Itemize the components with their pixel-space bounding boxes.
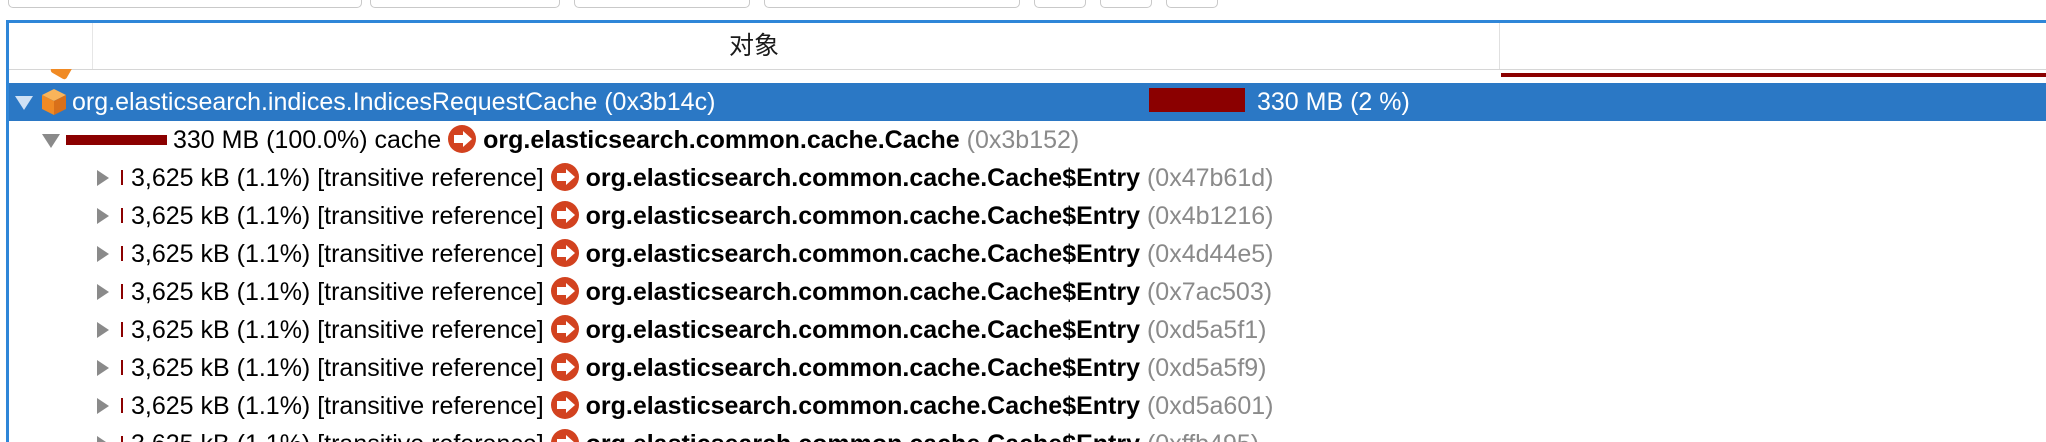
tree-row-cache-entry[interactable]: 3,625 kB (1.1%) [transitive reference] o… [9,197,2046,235]
size-bar [121,398,123,413]
disclosure-collapsed-icon[interactable] [97,284,109,300]
size-text: 3,625 kB (1.1%) [transitive reference] [131,278,544,306]
size-bar [121,360,123,375]
reference-arrow-icon [550,391,579,420]
size-bar [121,246,123,261]
class-name: org.elasticsearch.common.cache.Cache$Ent… [585,354,1141,382]
class-name: org.elasticsearch.common.cache.Cache$Ent… [585,164,1141,192]
toolbar-field-3[interactable] [574,0,750,8]
size-text: 3,625 kB (1.1%) [transitive reference] [131,316,544,344]
disclosure-collapsed-icon[interactable] [97,436,109,442]
entry-label: 3,625 kB (1.1%) [transitive reference] o… [131,235,1273,273]
class-name: org.elasticsearch.common.cache.Cache$Ent… [585,240,1141,268]
object-address: (0xd5a601) [1146,392,1274,420]
class-name: org.elasticsearch.common.cache.Cache$Ent… [585,278,1141,306]
size-bar [121,170,123,185]
size-text: 3,625 kB (1.1%) [transitive reference] [131,392,544,420]
toolbar-field-4[interactable] [764,0,1020,8]
reference-arrow-icon [550,201,579,230]
size-text: 3,625 kB (1.1%) [transitive reference] [131,240,544,268]
class-name: org.elasticsearch.common.cache.Cache$Ent… [585,316,1141,344]
size-text: 3,625 kB (1.1%) [transitive reference] [131,354,544,382]
entry-label: 3,625 kB (1.1%) [transitive reference] o… [131,273,1272,311]
tree-row-indices-request-cache[interactable]: org.elasticsearch.indices.IndicesRequest… [9,83,2046,121]
toolbar [0,0,2046,18]
object-cube-icon [49,69,75,81]
entry-label: 3,625 kB (1.1%) [transitive reference] o… [131,387,1273,425]
entry-label: 3,625 kB (1.1%) [transitive reference] o… [131,349,1267,387]
reference-arrow-icon [550,239,579,268]
tree-row-cache-entry[interactable]: 3,625 kB (1.1%) [transitive reference] o… [9,311,2046,349]
size-value: 330 MB (2 %) [1257,88,1410,116]
reference-arrow-icon [448,125,477,154]
object-tree-panel: 对象 org.elasticsearch.indices.IndicesRequ… [6,20,2046,442]
object-address: (0x7ac503) [1146,278,1273,306]
tree-row-cache-entry[interactable]: 3,625 kB (1.1%) [transitive reference] o… [9,425,2046,442]
reference-arrow-icon [550,429,579,442]
class-name: org.elasticsearch.common.cache.Cache$Ent… [585,392,1141,420]
tree-row-cache-entry[interactable]: 3,625 kB (1.1%) [transitive reference] o… [9,273,2046,311]
tree-row-cache-entry[interactable]: 3,625 kB (1.1%) [transitive reference] o… [9,235,2046,273]
disclosure-expanded-icon[interactable] [15,96,33,110]
tree-row-cache-entry[interactable]: 3,625 kB (1.1%) [transitive reference] o… [9,387,2046,425]
size-bar [121,436,123,442]
object-address: (0x47b61d) [1146,164,1274,192]
disclosure-collapsed-icon[interactable] [97,360,109,376]
class-name: org.elasticsearch.common.cache.Cache$Ent… [586,430,1140,442]
partially-visible-row[interactable] [9,69,2046,83]
toolbar-field-2[interactable] [370,0,560,8]
toolbar-button-1[interactable] [1034,0,1086,8]
entry-label: 3,625 kB (1.1%) [transitive reference] o… [131,311,1267,349]
tree-row-cache[interactable]: 330 MB (100.0%) cache org.elasticsearch.… [9,121,2046,159]
object-address: (0x4b1216) [1146,202,1274,230]
entry-label: 3,625 kB (1.1%) [transitive reference] o… [131,425,1259,442]
row-label: org.elasticsearch.indices.IndicesRequest… [72,88,716,116]
object-address: (0xd5a5f9) [1146,354,1267,382]
size-bar [121,284,123,299]
tree-row-cache-entry[interactable]: 3,625 kB (1.1%) [transitive reference] o… [9,159,2046,197]
disclosure-collapsed-icon[interactable] [97,170,109,186]
size-bar [1149,88,1245,112]
reference-arrow-icon [550,163,579,192]
size-text: 3,625 kB (1.1%) [transitive reference] [131,164,544,192]
object-address: (0xd5a5f1) [1146,316,1267,344]
column-header-object[interactable]: 对象 [9,23,1500,69]
size-text: 3,625 kB (1.1%) [transitive reference] [131,430,544,442]
size-text: 3,625 kB (1.1%) [transitive reference] [131,202,544,230]
disclosure-collapsed-icon[interactable] [97,398,109,414]
size-bar [1501,73,2046,77]
disclosure-collapsed-icon[interactable] [97,322,109,338]
disclosure-collapsed-icon[interactable] [97,246,109,262]
size-text: 330 MB (100.0%) cache [173,126,442,154]
size-label: 330 MB (100.0%) cache org.elasticsearch.… [173,121,1079,159]
object-address: (0xffb495) [1147,430,1259,442]
reference-arrow-icon [550,315,579,344]
toolbar-field-1[interactable] [8,0,362,8]
disclosure-collapsed-icon[interactable] [97,208,109,224]
tree-row-cache-entry[interactable]: 3,625 kB (1.1%) [transitive reference] o… [9,349,2046,387]
entry-label: 3,625 kB (1.1%) [transitive reference] o… [131,197,1273,235]
toolbar-button-2[interactable] [1100,0,1152,8]
reference-arrow-icon [550,353,579,382]
object-address: (0x3b152) [966,126,1080,154]
class-name: org.elasticsearch.common.cache.Cache [483,126,960,154]
object-address: (0x4d44e5) [1146,240,1274,268]
size-bar [66,135,167,145]
reference-arrow-icon [550,277,579,306]
entry-label: 3,625 kB (1.1%) [transitive reference] o… [131,159,1273,197]
disclosure-expanded-icon[interactable] [42,134,60,148]
size-bar [121,208,123,223]
size-bar [121,322,123,337]
table-header: 对象 [9,23,2046,70]
toolbar-button-3[interactable] [1166,0,1218,8]
class-name: org.elasticsearch.common.cache.Cache$Ent… [585,202,1141,230]
object-cube-icon [42,89,66,115]
